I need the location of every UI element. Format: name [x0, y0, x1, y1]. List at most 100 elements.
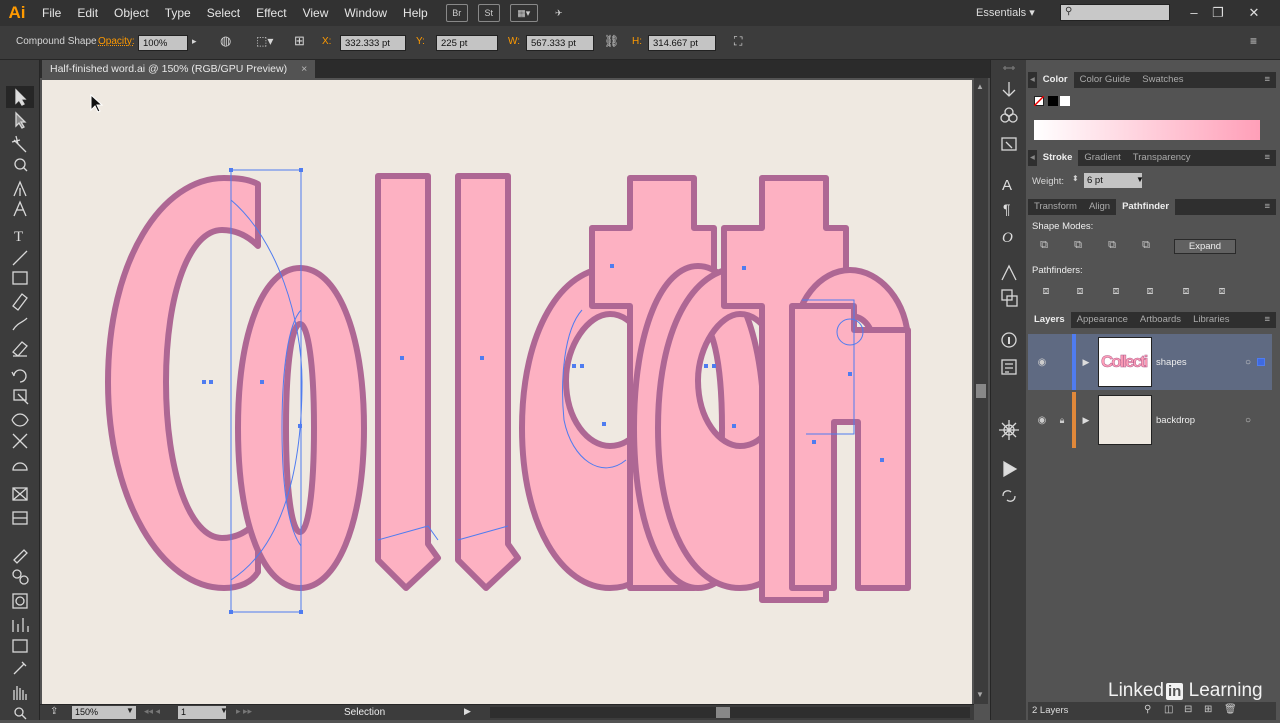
delete-layer-icon[interactable]: 🗑︎ — [1224, 704, 1237, 715]
layer-row-shapes[interactable]: ◉ ▶ Collecti shapes ○ — [1028, 334, 1272, 390]
document-tab[interactable]: Half-finished word.ai @ 150% (RGB/GPU Pr… — [42, 60, 316, 78]
tab-transparency[interactable]: Transparency — [1127, 150, 1197, 166]
tab-stroke[interactable]: Stroke — [1036, 150, 1079, 166]
collapse-icon[interactable]: ◂ — [1028, 72, 1037, 88]
scroll-up-icon[interactable]: ▲ — [976, 82, 984, 91]
control-menu-icon[interactable]: ≡ — [1250, 34, 1257, 48]
canvas-area[interactable] — [40, 78, 974, 704]
close-tab-icon[interactable]: × — [301, 63, 307, 75]
expand-layer-icon[interactable]: ▶ — [1078, 354, 1094, 370]
horizontal-scrollbar[interactable] — [490, 707, 970, 718]
lock-icon[interactable]: 🔒︎ — [1054, 412, 1070, 428]
selection-indicator[interactable] — [1257, 358, 1265, 366]
visibility-eye-icon[interactable]: ◉ — [1034, 412, 1050, 428]
layer-name-shapes[interactable]: shapes — [1156, 357, 1187, 368]
make-clipping-mask-icon[interactable]: ◫ — [1164, 704, 1173, 715]
glyph-l-1[interactable] — [375, 173, 441, 591]
menu-effect[interactable]: Effect — [248, 0, 294, 26]
opacity-field[interactable]: 100% — [138, 35, 188, 51]
menu-type[interactable]: Type — [157, 0, 199, 26]
current-tool-status[interactable]: Selection — [344, 707, 385, 718]
tab-pathfinder[interactable]: Pathfinder — [1116, 199, 1176, 215]
tab-appearance[interactable]: Appearance — [1071, 312, 1134, 328]
trim-icon[interactable]: ⧈ — [1072, 283, 1088, 299]
tab-color-guide[interactable]: Color Guide — [1074, 72, 1137, 88]
tab-swatches[interactable]: Swatches — [1136, 72, 1189, 88]
tab-artboards[interactable]: Artboards — [1134, 312, 1187, 328]
white-swatch[interactable] — [1060, 96, 1070, 106]
weight-stepper-icon[interactable]: ⬍ — [1072, 174, 1079, 183]
color-spectrum-bar[interactable] — [1034, 120, 1260, 140]
new-layer-icon[interactable]: ⊞ — [1204, 704, 1212, 715]
gpu-performance-icon[interactable]: ✈ — [548, 4, 570, 22]
layer-name-backdrop[interactable]: backdrop — [1156, 415, 1195, 426]
stroke-panel-menu-icon[interactable]: ≡ — [1258, 150, 1276, 166]
collapse-icon[interactable]: ◂ — [1028, 150, 1037, 166]
menu-window[interactable]: Window — [336, 0, 395, 26]
restore-icon[interactable]: ❐ — [1208, 3, 1228, 23]
artboard[interactable] — [42, 80, 972, 704]
y-field[interactable]: 225 pt — [436, 35, 498, 51]
stock-button[interactable]: St — [477, 4, 500, 22]
glyph-C[interactable] — [105, 175, 261, 591]
h-field[interactable]: 314.667 pt — [648, 35, 716, 51]
minus-back-icon[interactable]: ⧈ — [1214, 283, 1230, 299]
close-icon[interactable]: ✕ — [1244, 3, 1264, 23]
unite-icon[interactable]: ⧉ — [1036, 237, 1052, 253]
artboard-nav-next-icon[interactable]: ▸ ▸▸ — [236, 706, 252, 717]
scroll-down-icon[interactable]: ▼ — [976, 690, 984, 699]
weight-dropdown-icon[interactable]: ▼ — [1136, 175, 1144, 184]
tab-align[interactable]: Align — [1083, 199, 1116, 215]
glyph-l-2[interactable] — [455, 173, 521, 591]
weight-field[interactable]: 6 pt — [1084, 173, 1142, 188]
workspace-switcher[interactable]: Essentials ▾ — [976, 6, 1035, 19]
bridge-button[interactable]: Br — [445, 4, 468, 22]
glyph-n[interactable] — [789, 303, 911, 591]
black-swatch[interactable] — [1048, 96, 1058, 106]
expand-button[interactable]: Expand — [1174, 239, 1236, 254]
isolate-icon[interactable]: ⛶ — [734, 34, 742, 49]
tab-color[interactable]: Color — [1036, 72, 1074, 88]
constrain-link-icon[interactable]: ⛓ — [604, 34, 619, 48]
artwork-svg[interactable] — [42, 80, 972, 704]
horizontal-scroll-thumb[interactable] — [716, 707, 730, 718]
arrange-documents-icon[interactable]: ▦▾ — [509, 4, 538, 22]
menu-edit[interactable]: Edit — [69, 0, 106, 26]
divide-icon[interactable]: ⧈ — [1038, 283, 1054, 299]
new-sublayer-icon[interactable]: ⊟ — [1184, 704, 1192, 715]
minimize-icon[interactable]: – — [1184, 3, 1204, 23]
search-input[interactable]: ⚲ — [1060, 4, 1170, 21]
artboard-number-field[interactable]: 1 — [178, 706, 226, 719]
compound-shape-collection[interactable] — [105, 173, 911, 603]
target-circle-icon[interactable]: ○ — [1240, 412, 1256, 428]
layers-panel-menu-icon[interactable]: ≡ — [1258, 312, 1276, 328]
artboard-nav-prev-icon[interactable]: ◂◂ ◂ — [144, 706, 160, 717]
tab-gradient[interactable]: Gradient — [1078, 150, 1126, 166]
minus-front-icon[interactable]: ⧉ — [1070, 237, 1086, 253]
locate-object-icon[interactable]: ⚲ — [1144, 704, 1151, 715]
status-menu-icon[interactable]: ▶ — [464, 706, 471, 717]
visibility-eye-icon[interactable]: ◉ — [1034, 354, 1050, 370]
menu-view[interactable]: View — [295, 0, 337, 26]
layer-row-backdrop[interactable]: ◉ 🔒︎ ▶ backdrop ○ — [1028, 392, 1272, 448]
menu-help[interactable]: Help — [395, 0, 436, 26]
menu-object[interactable]: Object — [106, 0, 157, 26]
align-icon[interactable]: ⬚▾ — [256, 34, 273, 48]
opacity-label[interactable]: Opacity: — [98, 36, 135, 47]
tab-layers[interactable]: Layers — [1028, 312, 1071, 328]
tab-libraries[interactable]: Libraries — [1187, 312, 1235, 328]
expand-layer-icon[interactable]: ▶ — [1078, 412, 1094, 428]
transform-icon[interactable]: ⊞ — [294, 33, 305, 49]
artboard-dropdown-icon[interactable]: ▼ — [220, 706, 228, 715]
merge-icon[interactable]: ⧈ — [1108, 283, 1124, 299]
vertical-scrollbar[interactable]: ▲ ▼ — [974, 78, 988, 704]
crop-icon[interactable]: ⧈ — [1142, 283, 1158, 299]
zoom-dropdown-icon[interactable]: ▼ — [126, 706, 134, 715]
tab-transform[interactable]: Transform — [1028, 199, 1083, 215]
w-field[interactable]: 567.333 pt — [526, 35, 594, 51]
x-field[interactable]: 332.333 pt — [340, 35, 406, 51]
menu-select[interactable]: Select — [199, 0, 248, 26]
menu-file[interactable]: File — [34, 0, 69, 26]
intersect-icon[interactable]: ⧉ — [1104, 237, 1120, 253]
color-panel-menu-icon[interactable]: ≡ — [1258, 72, 1276, 88]
